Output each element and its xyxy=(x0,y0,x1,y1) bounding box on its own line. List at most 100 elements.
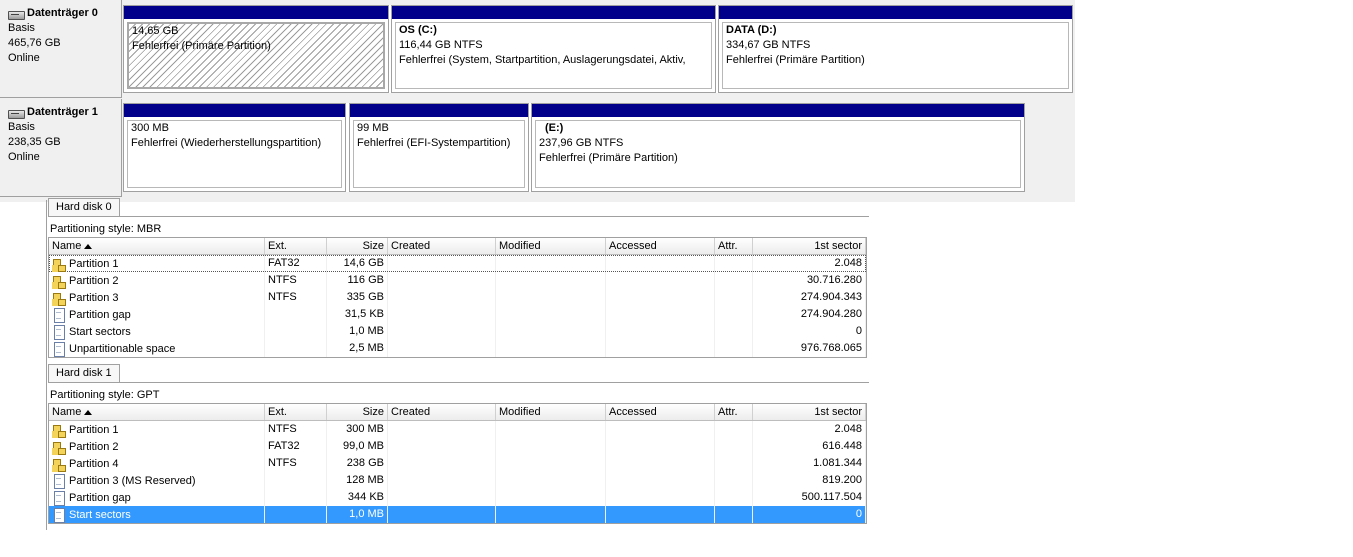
column-name-label: Name xyxy=(52,406,82,418)
partition-status: Fehlerfrei (Primäre Partition) xyxy=(539,152,678,164)
disk-1-label[interactable]: Datenträger 1 Basis 238,35 GB Online xyxy=(0,99,122,197)
partition-table-disk-0: Name Ext. Size Created Modified Accessed… xyxy=(48,237,867,358)
disk-1-partition-efi[interactable]: 99 MB Fehlerfrei (EFI-Systempartition) xyxy=(349,103,529,192)
table-row[interactable]: Partition gap 31,5 KB 274.904.280 xyxy=(49,306,866,323)
cell-first-sector: 819.200 xyxy=(753,472,866,489)
cell-name: Partition 2 xyxy=(49,438,265,455)
partitioning-style-label: Partitioning style: GPT xyxy=(50,389,160,401)
cell-attr xyxy=(715,455,753,472)
disk-1-partition-recovery[interactable]: 300 MB Fehlerfrei (Wiederherstellungspar… xyxy=(123,103,346,192)
disk-0-partition-c[interactable]: OS (C:) 116,44 GB NTFS Fehlerfrei (Syste… xyxy=(391,5,716,93)
disk-0-partition-1[interactable]: 14,65 GB Fehlerfrei (Primäre Partition) xyxy=(123,5,389,93)
row-name: Partition 2 xyxy=(69,440,119,453)
cell-first-sector: 274.904.343 xyxy=(753,289,866,306)
cell-accessed xyxy=(606,438,715,455)
cell-modified xyxy=(496,323,606,340)
disk-management-view: Datenträger 0 Basis 465,76 GB Online 14,… xyxy=(0,0,1075,202)
table-row[interactable]: Start sectors 1,0 MB 0 xyxy=(49,323,866,340)
cell-first-sector: 274.904.280 xyxy=(753,306,866,323)
cell-modified xyxy=(496,489,606,506)
partition-size: 99 MB xyxy=(357,122,389,134)
table-row[interactable]: Unpartitionable space 2,5 MB 976.768.065 xyxy=(49,340,866,357)
column-header-first-sector[interactable]: 1st sector xyxy=(753,238,866,254)
cell-size: 1,0 MB xyxy=(327,506,388,523)
tab-hard-disk-0[interactable]: Hard disk 0 xyxy=(48,198,120,216)
cell-attr xyxy=(715,272,753,289)
file-icon xyxy=(52,308,66,323)
disk-1-status: Online xyxy=(8,151,40,163)
column-header-modified[interactable]: Modified xyxy=(496,238,606,254)
row-name: Partition 1 xyxy=(69,423,119,436)
column-header-created[interactable]: Created xyxy=(388,404,496,420)
disk-1-partition-e[interactable]: (E:) 237,96 GB NTFS Fehlerfrei (Primäre … xyxy=(531,103,1025,192)
cell-size: 335 GB xyxy=(327,289,388,306)
column-header-name[interactable]: Name xyxy=(49,404,265,420)
table-row[interactable]: Partition 1 FAT32 14,6 GB 2.048 xyxy=(49,255,866,272)
cell-attr xyxy=(715,489,753,506)
column-header-name[interactable]: Name xyxy=(49,238,265,254)
cell-created xyxy=(388,438,496,455)
cell-accessed xyxy=(606,323,715,340)
partition-icon xyxy=(52,440,66,455)
table-row[interactable]: Partition gap 344 KB 500.117.504 xyxy=(49,489,866,506)
partition-size: 334,67 GB NTFS xyxy=(726,39,811,51)
file-icon xyxy=(52,342,66,357)
cell-ext: FAT32 xyxy=(265,438,327,455)
cell-created xyxy=(388,340,496,357)
cell-attr xyxy=(715,421,753,438)
cell-created xyxy=(388,421,496,438)
column-header-modified[interactable]: Modified xyxy=(496,404,606,420)
cell-accessed xyxy=(606,272,715,289)
cell-size: 14,6 GB xyxy=(327,255,388,272)
disk-0-partition-d[interactable]: DATA (D:) 334,67 GB NTFS Fehlerfrei (Pri… xyxy=(718,5,1073,93)
row-name: Partition 3 xyxy=(69,291,119,304)
column-header-accessed[interactable]: Accessed xyxy=(606,404,715,420)
partition-info: 300 MB Fehlerfrei (Wiederherstellungspar… xyxy=(127,120,342,188)
table-row[interactable]: Partition 3 NTFS 335 GB 274.904.343 xyxy=(49,289,866,306)
cell-name: Start sectors xyxy=(49,506,265,523)
table-row-selected[interactable]: Start sectors 1,0 MB 0 xyxy=(49,506,866,523)
cell-name: Partition gap xyxy=(49,489,265,506)
row-name: Start sectors xyxy=(69,325,131,338)
tab-hard-disk-1[interactable]: Hard disk 1 xyxy=(48,364,120,382)
table-row[interactable]: Partition 2 FAT32 99,0 MB 616.448 xyxy=(49,438,866,455)
cell-name: Partition 4 xyxy=(49,455,265,472)
column-header-size[interactable]: Size xyxy=(327,404,388,420)
column-header-created[interactable]: Created xyxy=(388,238,496,254)
partition-color-bar xyxy=(392,6,715,19)
cell-ext: FAT32 xyxy=(265,255,327,272)
column-header-size[interactable]: Size xyxy=(327,238,388,254)
column-header-attr[interactable]: Attr. xyxy=(715,404,753,420)
disk-0-label[interactable]: Datenträger 0 Basis 465,76 GB Online xyxy=(0,0,122,98)
column-header-ext[interactable]: Ext. xyxy=(265,404,327,420)
disk-0-type: Basis xyxy=(8,22,35,34)
file-icon xyxy=(52,491,66,506)
cell-first-sector: 616.448 xyxy=(753,438,866,455)
sort-ascending-icon xyxy=(84,410,93,415)
table-row[interactable]: Partition 2 NTFS 116 GB 30.716.280 xyxy=(49,272,866,289)
cell-created xyxy=(388,472,496,489)
disk-0-name: Datenträger 0 xyxy=(27,7,98,19)
cell-name: Partition gap xyxy=(49,306,265,323)
cell-attr xyxy=(715,255,753,272)
column-header-first-sector[interactable]: 1st sector xyxy=(753,404,866,420)
partition-status: Fehlerfrei (Primäre Partition) xyxy=(132,40,271,52)
column-header-accessed[interactable]: Accessed xyxy=(606,238,715,254)
file-icon xyxy=(52,508,66,523)
tabstrip-divider xyxy=(48,216,869,217)
column-header-ext[interactable]: Ext. xyxy=(265,238,327,254)
table-row[interactable]: Partition 1 NTFS 300 MB 2.048 xyxy=(49,421,866,438)
disk-1-name-row: Datenträger 1 xyxy=(8,105,121,120)
table-row[interactable]: Partition 4 NTFS 238 GB 1.081.344 xyxy=(49,455,866,472)
column-header-attr[interactable]: Attr. xyxy=(715,238,753,254)
cell-modified xyxy=(496,272,606,289)
disk-1-size: 238,35 GB xyxy=(8,136,61,148)
partition-color-bar xyxy=(124,104,345,117)
cell-accessed xyxy=(606,306,715,323)
disk-1-partitions: 300 MB Fehlerfrei (Wiederherstellungspar… xyxy=(123,103,1025,192)
cell-attr xyxy=(715,438,753,455)
cell-ext: NTFS xyxy=(265,289,327,306)
partition-icon xyxy=(52,257,66,272)
table-row[interactable]: Partition 3 (MS Reserved) 128 MB 819.200 xyxy=(49,472,866,489)
cell-attr xyxy=(715,472,753,489)
